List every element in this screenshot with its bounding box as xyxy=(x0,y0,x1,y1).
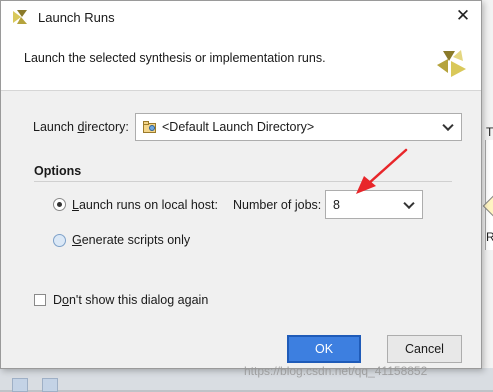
folder-icon xyxy=(143,121,156,133)
number-of-jobs-label: Number of jobs: xyxy=(233,198,321,212)
label-mnemonic: L xyxy=(72,198,79,212)
dialog-description: Launch the selected synthesis or impleme… xyxy=(24,51,326,65)
watermark-text: https://blog.csdn.net/qq_41158852 xyxy=(244,364,428,378)
options-group-title: Options xyxy=(34,164,82,178)
dont-show-checkbox[interactable] xyxy=(34,294,46,306)
label-text: obs: xyxy=(297,198,322,212)
label-text: irectory: xyxy=(84,120,129,134)
generate-scripts-radio[interactable] xyxy=(53,234,66,247)
generate-scripts-label: Generate scripts only xyxy=(72,233,190,247)
launch-directory-select[interactable]: <Default Launch Directory> xyxy=(135,113,462,141)
annotation-arrow xyxy=(356,148,408,194)
close-icon: ✕ xyxy=(455,6,471,25)
label-text: Number of xyxy=(233,198,295,212)
local-host-radio[interactable] xyxy=(53,198,66,211)
label-text: Launch xyxy=(33,120,78,134)
launch-directory-label: Launch directory: xyxy=(33,120,129,134)
label-text: D xyxy=(53,293,63,307)
close-button[interactable]: ✕ xyxy=(449,3,477,29)
background-text-fragment: R xyxy=(486,230,493,244)
vivado-logo-icon xyxy=(437,50,466,77)
label-text: aunch runs on local host: xyxy=(78,198,218,212)
chevron-down-icon xyxy=(442,119,454,132)
vivado-logo-icon xyxy=(13,10,27,24)
window-title: Launch Runs xyxy=(38,10,115,25)
title-bar: Launch Runs ✕ xyxy=(1,1,481,32)
local-host-label: Launch runs on local host: xyxy=(72,198,218,212)
label-text: enerate scripts only xyxy=(81,233,191,247)
launch-directory-value: <Default Launch Directory> xyxy=(162,120,315,134)
number-of-jobs-value: 8 xyxy=(333,197,340,212)
label-mnemonic: o xyxy=(62,293,69,307)
dont-show-label: Don't show this dialog again xyxy=(53,293,208,307)
chevron-down-icon xyxy=(403,197,415,209)
cancel-button[interactable]: Cancel xyxy=(387,335,462,363)
dialog-header: Launch the selected synthesis or impleme… xyxy=(1,32,481,91)
label-text: n't show this dialog again xyxy=(68,293,209,307)
label-mnemonic: G xyxy=(72,233,82,247)
ok-button[interactable]: OK xyxy=(287,335,361,363)
background-text-fragment: T xyxy=(486,125,493,139)
